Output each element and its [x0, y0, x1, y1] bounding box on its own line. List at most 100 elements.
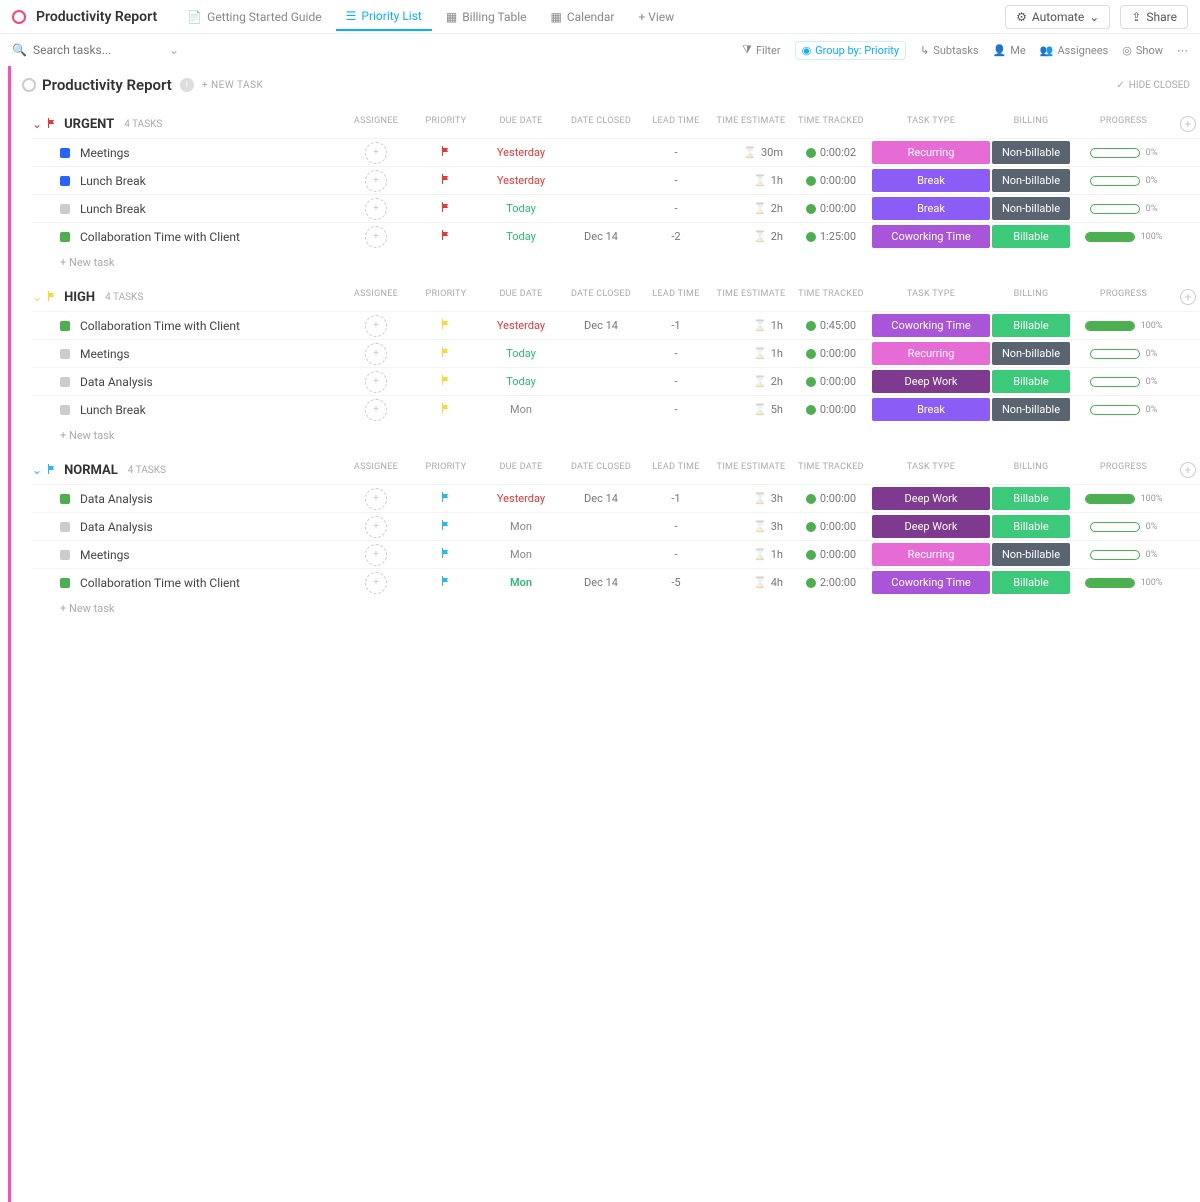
due-date-cell[interactable]: Yesterday — [481, 174, 561, 187]
add-view-button[interactable]: + View — [628, 4, 684, 30]
col-type[interactable]: TASK TYPE — [871, 116, 991, 132]
new-task-button[interactable]: + NEW TASK — [202, 80, 263, 91]
task-type-cell[interactable]: Recurring — [871, 341, 991, 366]
col-track[interactable]: TIME TRACKED — [791, 289, 871, 305]
new-task-row[interactable]: + New task — [32, 596, 1200, 621]
time-estimate-cell[interactable]: ⌛1h — [711, 548, 791, 561]
status-square-icon[interactable] — [60, 349, 70, 359]
task-name[interactable]: Lunch Break — [80, 403, 341, 417]
task-name[interactable]: Data Analysis — [80, 492, 341, 506]
col-due[interactable]: DUE DATE — [481, 116, 561, 132]
due-date-cell[interactable]: Mon — [481, 576, 561, 589]
time-tracked-cell[interactable]: 0:00:00 — [791, 403, 871, 416]
assignee-avatar-icon[interactable]: + — [365, 544, 387, 566]
col-priority[interactable]: PRIORITY — [411, 462, 481, 478]
due-date-cell[interactable]: Mon — [481, 548, 561, 561]
priority-cell[interactable] — [411, 374, 481, 389]
show-button[interactable]: ◎Show — [1122, 44, 1163, 57]
col-prog[interactable]: PROGRESS — [1071, 116, 1176, 132]
task-name[interactable]: Collaboration Time with Client — [80, 230, 341, 244]
task-name[interactable]: Data Analysis — [80, 375, 341, 389]
play-icon[interactable] — [806, 232, 816, 242]
due-date-cell[interactable]: Mon — [481, 520, 561, 533]
billing-cell[interactable]: Billable — [991, 486, 1071, 511]
progress-cell[interactable]: 0% — [1071, 204, 1176, 214]
priority-cell[interactable] — [411, 519, 481, 534]
tab-priority-list[interactable]: ☰Priority List — [336, 3, 432, 31]
progress-cell[interactable]: 0% — [1071, 522, 1176, 532]
billing-cell[interactable]: Billable — [991, 369, 1071, 394]
task-row[interactable]: Data Analysis + Today - ⌛2h 0:00:00 Deep… — [32, 367, 1200, 395]
task-name[interactable]: Meetings — [80, 146, 341, 160]
play-icon[interactable] — [806, 204, 816, 214]
assignee-cell[interactable]: + — [341, 572, 411, 594]
assignee-avatar-icon[interactable]: + — [365, 488, 387, 510]
time-estimate-cell[interactable]: ⌛2h — [711, 375, 791, 388]
tab-getting-started[interactable]: 📄Getting Started Guide — [177, 4, 331, 30]
task-type-cell[interactable]: Coworking Time — [871, 313, 991, 338]
tab-billing-table[interactable]: ▦Billing Table — [436, 4, 537, 30]
col-est[interactable]: TIME ESTIMATE — [711, 116, 791, 132]
task-name[interactable]: Lunch Break — [80, 174, 341, 188]
progress-cell[interactable]: 0% — [1071, 349, 1176, 359]
billing-cell[interactable]: Billable — [991, 514, 1071, 539]
time-estimate-cell[interactable]: ⌛2h — [711, 230, 791, 243]
col-track[interactable]: TIME TRACKED — [791, 462, 871, 478]
time-estimate-cell[interactable]: ⌛1h — [711, 347, 791, 360]
status-square-icon[interactable] — [60, 232, 70, 242]
progress-cell[interactable]: 0% — [1071, 550, 1176, 560]
progress-cell[interactable]: 0% — [1071, 176, 1176, 186]
collapse-icon[interactable] — [22, 78, 36, 92]
add-column[interactable]: + — [1176, 462, 1200, 478]
col-lead[interactable]: LEAD TIME — [641, 289, 711, 305]
tab-calendar[interactable]: ▦Calendar — [541, 4, 625, 30]
assignee-cell[interactable]: + — [341, 170, 411, 192]
task-type-cell[interactable]: Deep Work — [871, 369, 991, 394]
task-row[interactable]: Lunch Break + Yesterday - ⌛1h 0:00:00 Br… — [32, 166, 1200, 194]
time-tracked-cell[interactable]: 0:00:00 — [791, 548, 871, 561]
col-prog[interactable]: PROGRESS — [1071, 289, 1176, 305]
time-estimate-cell[interactable]: ⌛3h — [711, 520, 791, 533]
due-date-cell[interactable]: Today — [481, 230, 561, 243]
time-tracked-cell[interactable]: 1:25:00 — [791, 230, 871, 243]
play-icon[interactable] — [806, 176, 816, 186]
time-tracked-cell[interactable]: 0:00:02 — [791, 146, 871, 159]
col-prog[interactable]: PROGRESS — [1071, 462, 1176, 478]
progress-cell[interactable]: 0% — [1071, 377, 1176, 387]
status-square-icon[interactable] — [60, 522, 70, 532]
assignee-avatar-icon[interactable]: + — [365, 226, 387, 248]
time-estimate-cell[interactable]: ⌛1h — [711, 174, 791, 187]
priority-cell[interactable] — [411, 491, 481, 506]
priority-cell[interactable] — [411, 229, 481, 244]
billing-cell[interactable]: Non-billable — [991, 542, 1071, 567]
due-date-cell[interactable]: Yesterday — [481, 146, 561, 159]
task-row[interactable]: Meetings + Yesterday - ⌛30m 0:00:02 Recu… — [32, 138, 1200, 166]
col-bill[interactable]: BILLING — [991, 289, 1071, 305]
time-estimate-cell[interactable]: ⌛3h — [711, 492, 791, 505]
assignee-cell[interactable]: + — [341, 315, 411, 337]
chevron-down-icon[interactable]: ⌄ — [169, 43, 179, 57]
task-row[interactable]: Collaboration Time with Client + Yesterd… — [32, 311, 1200, 339]
due-date-cell[interactable]: Today — [481, 347, 561, 360]
status-square-icon[interactable] — [60, 550, 70, 560]
priority-cell[interactable] — [411, 201, 481, 216]
assignee-cell[interactable]: + — [341, 343, 411, 365]
task-type-cell[interactable]: Recurring — [871, 140, 991, 165]
col-assignee[interactable]: ASSIGNEE — [341, 289, 411, 305]
groupby-button[interactable]: ◉Group by: Priority — [795, 41, 907, 60]
assignee-avatar-icon[interactable]: + — [365, 399, 387, 421]
status-square-icon[interactable] — [60, 321, 70, 331]
billing-cell[interactable]: Non-billable — [991, 168, 1071, 193]
priority-cell[interactable] — [411, 318, 481, 333]
task-row[interactable]: Meetings + Mon - ⌛1h 0:00:00 Recurring N… — [32, 540, 1200, 568]
due-date-cell[interactable]: Today — [481, 202, 561, 215]
col-type[interactable]: TASK TYPE — [871, 462, 991, 478]
task-name[interactable]: Lunch Break — [80, 202, 341, 216]
priority-cell[interactable] — [411, 547, 481, 562]
status-square-icon[interactable] — [60, 377, 70, 387]
task-type-cell[interactable]: Deep Work — [871, 486, 991, 511]
status-square-icon[interactable] — [60, 578, 70, 588]
col-bill[interactable]: BILLING — [991, 116, 1071, 132]
progress-cell[interactable]: 0% — [1071, 405, 1176, 415]
time-tracked-cell[interactable]: 2:00:00 — [791, 576, 871, 589]
